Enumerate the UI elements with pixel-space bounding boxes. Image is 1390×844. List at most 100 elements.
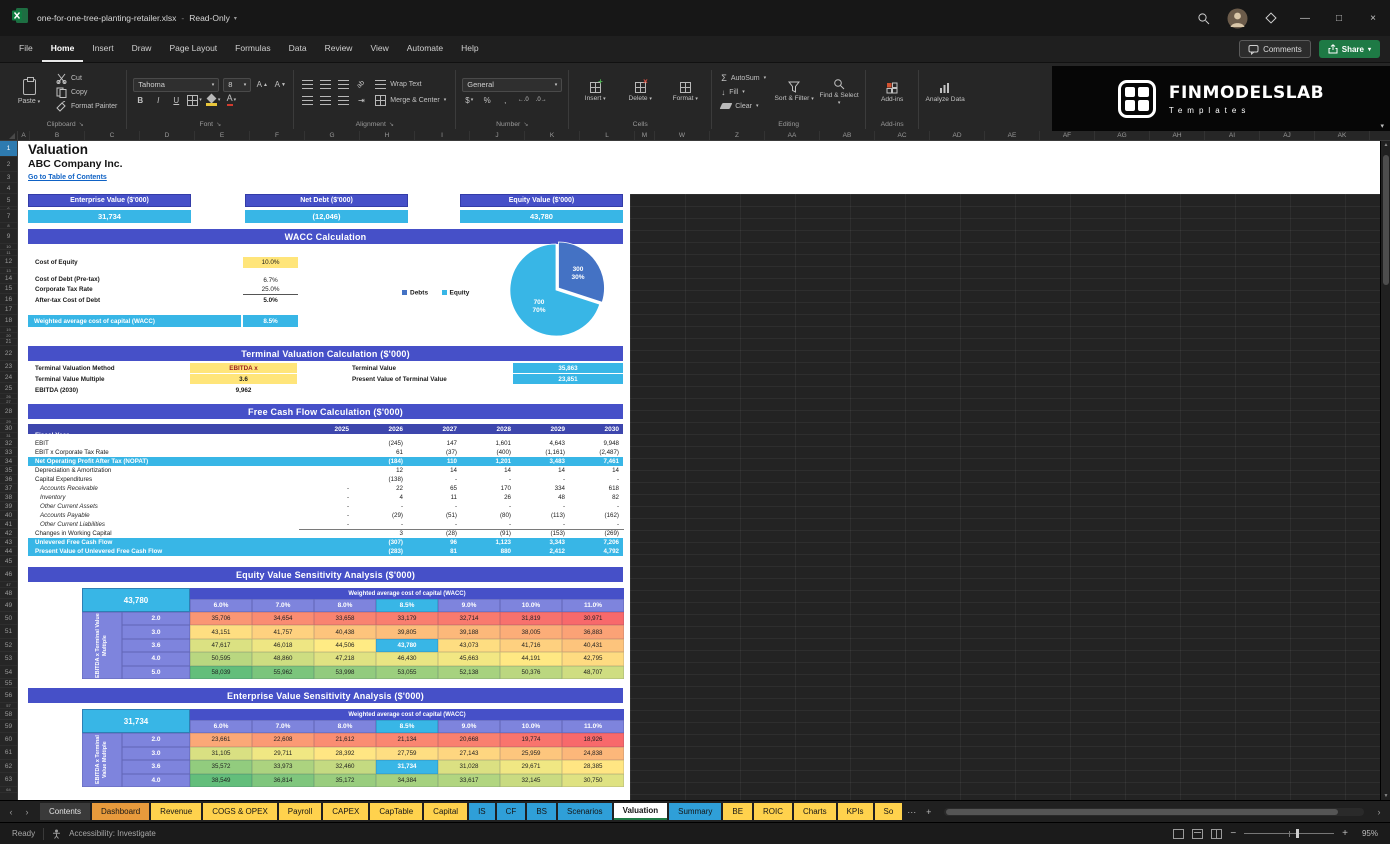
sens-cell[interactable]: 27,759 (376, 747, 438, 761)
accounting-format-icon[interactable]: $ ▾ (462, 94, 476, 107)
column-header-A[interactable]: A (18, 131, 30, 140)
sens-cell[interactable]: 38,549 (190, 774, 252, 788)
sens-cell[interactable]: 45,663 (438, 652, 500, 665)
fcf-row-label[interactable]: Net Operating Profit After Tax (NOPAT) (35, 457, 291, 466)
sens-col-header-11.0%[interactable]: 11.0% (562, 599, 624, 612)
borders-button[interactable]: ▾ (187, 94, 202, 107)
fcf-cell[interactable]: 1,123 (461, 538, 511, 547)
menu-page-layout[interactable]: Page Layout (160, 36, 226, 62)
fcf-cell[interactable]: 14 (569, 466, 619, 475)
font-name-select[interactable]: Tahoma▾ (133, 78, 219, 92)
search-icon[interactable] (1186, 0, 1220, 36)
sens-cell[interactable]: 53,055 (376, 666, 438, 679)
fcf-row-label[interactable]: Unlevered Free Cash Flow (35, 538, 291, 547)
avatar[interactable] (1220, 0, 1254, 36)
sens-cell[interactable]: 33,658 (314, 612, 376, 625)
fcf-cell[interactable]: - (461, 502, 511, 511)
sens-cell[interactable]: 31,734 (376, 760, 438, 774)
sheet-tab-kpis[interactable]: KPIs (838, 803, 873, 820)
sens-col-header-8.5%[interactable]: 8.5% (376, 599, 438, 612)
sens-cell[interactable]: 18,926 (562, 733, 624, 747)
fcf-cell[interactable]: (80) (461, 511, 511, 520)
sens-cell[interactable]: 30,971 (562, 612, 624, 625)
alignment-dialog-launcher[interactable]: ↘ (389, 121, 394, 128)
terminal-value-cell[interactable]: 35,863 (513, 363, 623, 373)
sens-row-header-3.6[interactable]: 3.6 (122, 639, 190, 652)
sens-cell[interactable]: 36,883 (562, 625, 624, 638)
column-header-AJ[interactable]: AJ (1260, 131, 1315, 140)
sens-col-header-6.0%[interactable]: 6.0% (190, 720, 252, 733)
row-header-40[interactable]: 40 (0, 511, 17, 520)
row-header-63[interactable]: 63 (0, 773, 17, 787)
row-header-32[interactable]: 32 (0, 439, 17, 448)
sens-col-header-6.0%[interactable]: 6.0% (190, 599, 252, 612)
orientation-icon[interactable]: ab (354, 78, 368, 91)
zoom-slider[interactable] (1244, 833, 1334, 834)
zoom-in-icon[interactable]: + (1342, 828, 1348, 839)
sens-cell[interactable]: 50,376 (500, 666, 562, 679)
sens-cell[interactable]: 27,143 (438, 747, 500, 761)
sens-cell[interactable]: 47,617 (190, 639, 252, 652)
row-header-7[interactable]: 7 (0, 210, 17, 223)
row-header-37[interactable]: 37 (0, 484, 17, 493)
terminal-value-label[interactable]: Terminal Value (352, 365, 396, 372)
insert-cells-button[interactable]: +Insert ▾ (575, 82, 615, 103)
sens-cell[interactable]: 42,795 (562, 652, 624, 665)
sens-cell[interactable]: 19,774 (500, 733, 562, 747)
fcf-banner[interactable]: Free Cash Flow Calculation ($'000) (28, 404, 623, 419)
analyze-data-button[interactable]: Analyze Data (925, 82, 965, 103)
pv-terminal-value-label[interactable]: Present Value of Terminal Value (352, 376, 447, 383)
sens-col-header-9.0%[interactable]: 9.0% (438, 720, 500, 733)
fcf-cell[interactable]: (307) (353, 538, 403, 547)
sens-cell[interactable]: 28,392 (314, 747, 376, 761)
sheet-tab-be[interactable]: BE (723, 803, 752, 820)
sens-cell[interactable]: 31,105 (190, 747, 252, 761)
sens-col-header-8.5%[interactable]: 8.5% (376, 720, 438, 733)
row-header-60[interactable]: 60 (0, 733, 17, 746)
fiscal-year-2025[interactable]: 2025 (299, 425, 349, 434)
row-header-33[interactable]: 33 (0, 448, 17, 457)
fcf-cell[interactable]: 14 (461, 466, 511, 475)
fcf-cell[interactable]: 3,343 (515, 538, 565, 547)
wrap-text-button[interactable]: Wrap Text (372, 77, 424, 91)
menu-review[interactable]: Review (316, 36, 362, 62)
fcf-cell[interactable]: 22 (353, 484, 403, 493)
row-header-2[interactable]: 2 (0, 157, 17, 172)
row-header-4[interactable]: 4 (0, 183, 17, 194)
column-header-AK[interactable]: AK (1315, 131, 1370, 140)
enterprise-value-cell[interactable]: 31,734 (28, 210, 191, 223)
sens-col-header-10.0%[interactable]: 10.0% (500, 599, 562, 612)
fcf-row-label[interactable]: Other Current Liabilities (40, 520, 296, 529)
row-header-62[interactable]: 62 (0, 760, 17, 773)
fcf-row-label[interactable]: EBIT x Corporate Tax Rate (35, 448, 291, 457)
sheet-tab-revenue[interactable]: Revenue (151, 803, 201, 820)
sheet-tab-dashboard[interactable]: Dashboard (92, 803, 149, 820)
sens-cell[interactable]: 41,716 (500, 639, 562, 652)
sens-cell[interactable]: 58,039 (190, 666, 252, 679)
delete-cells-button[interactable]: ×Delete ▾ (620, 82, 660, 103)
sheet-tab-valuation[interactable]: Valuation (614, 803, 668, 820)
sheet-tab-roic[interactable]: ROIC (754, 803, 792, 820)
sens-row-header-3.6[interactable]: 3.6 (122, 760, 190, 774)
fcf-cell[interactable]: - (461, 475, 511, 484)
sens-corner-value[interactable]: 31,734 (82, 709, 190, 733)
column-header-B[interactable]: B (30, 131, 85, 140)
wacc-result-label[interactable]: Weighted average cost of capital (WACC) (28, 315, 241, 327)
fcf-cell[interactable]: 48 (515, 493, 565, 502)
fcf-cell[interactable]: 7,206 (569, 538, 619, 547)
sens-cell[interactable]: 39,805 (376, 625, 438, 638)
fcf-cell[interactable]: (2,487) (569, 448, 619, 457)
sens-col-header-9.0%[interactable]: 9.0% (438, 599, 500, 612)
company-name[interactable]: ABC Company Inc. (28, 158, 123, 170)
diamond-icon[interactable] (1254, 0, 1288, 36)
row-header-56[interactable]: 56 (0, 688, 17, 703)
close-button[interactable]: × (1356, 0, 1390, 36)
sens-col-header-11.0%[interactable]: 11.0% (562, 720, 624, 733)
sens-row-header-2.0[interactable]: 2.0 (122, 733, 190, 747)
fcf-row-label[interactable]: Inventory (40, 493, 296, 502)
cost-of-equity-label[interactable]: Cost of Equity (35, 259, 78, 266)
row-header-54[interactable]: 54 (0, 666, 17, 679)
sens-cell[interactable]: 29,711 (252, 747, 314, 761)
column-header-J[interactable]: J (470, 131, 525, 140)
sens-cell[interactable]: 23,661 (190, 733, 252, 747)
